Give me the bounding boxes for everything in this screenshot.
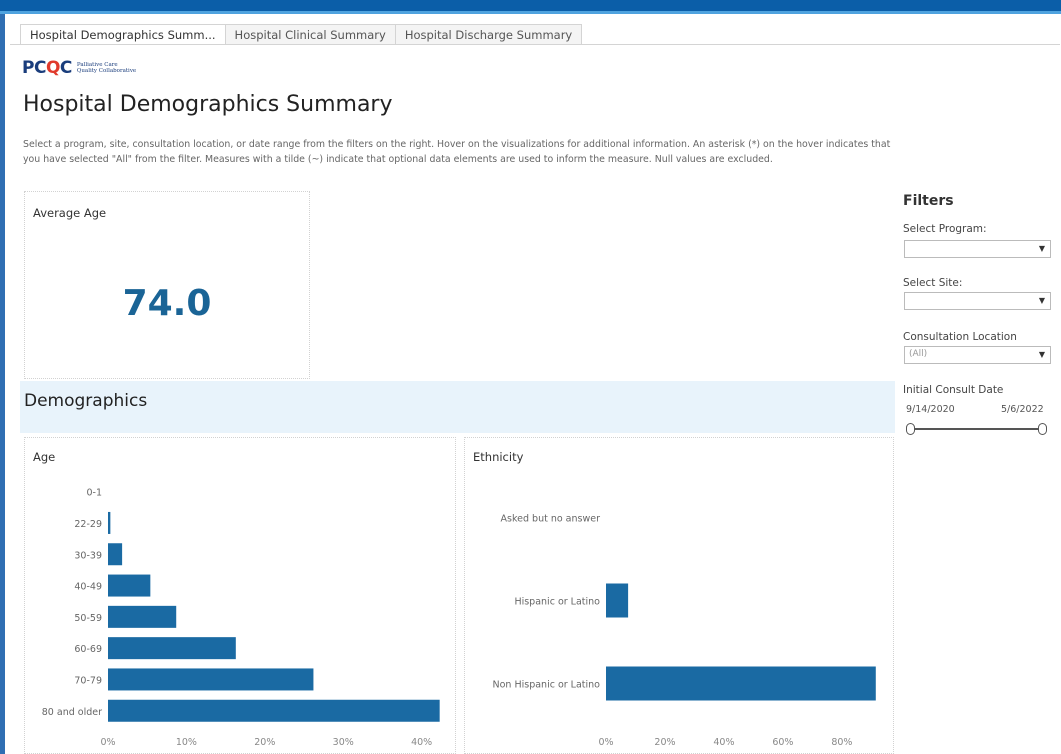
x-tick-label: 0% (598, 737, 613, 748)
category-label: 80 and older (42, 707, 102, 718)
pcqc-logo: PCQC Palliative Care Quality Collaborati… (22, 58, 136, 78)
category-label: 30-39 (74, 550, 102, 561)
bar[interactable] (606, 583, 629, 618)
bar[interactable] (108, 605, 177, 628)
average-age-value: 74.0 (122, 283, 212, 324)
program-filter-label: Select Program: (903, 223, 987, 235)
category-label: 22-29 (74, 519, 102, 530)
category-label: 60-69 (74, 644, 102, 655)
dashboard-tabs: Hospital Demographics Summ... Hospital C… (20, 24, 583, 44)
intro-text: Select a program, site, consultation loc… (23, 139, 891, 165)
program-select[interactable]: ▼ (904, 240, 1051, 258)
average-age-label: Average Age (33, 206, 107, 220)
logo-text: Palliative Care Quality Collaborative (76, 62, 137, 74)
page-title: Hospital Demographics Summary (23, 92, 393, 117)
category-label: 50-59 (74, 613, 102, 624)
chevron-down-icon: ▼ (1038, 350, 1045, 359)
slider-end-handle[interactable] (1038, 423, 1047, 435)
window-left-edge (0, 14, 5, 754)
bar[interactable] (606, 666, 876, 701)
bar[interactable] (108, 511, 111, 534)
location-select[interactable]: (All) ▼ (904, 346, 1051, 364)
demographics-section-header: Demographics (20, 381, 895, 433)
location-select-value: (All) (909, 349, 928, 359)
logo-mark: PCQC (22, 58, 72, 78)
category-label: 70-79 (74, 675, 102, 686)
average-age-card: Average Age 74.0 (24, 191, 310, 379)
ethnicity-chart-card: Ethnicity Asked but no answer Hispanic or… (464, 437, 894, 754)
ethnicity-bar-chart: Asked but no answer Hispanic or Latino Non… (493, 514, 876, 748)
filters-title: Filters (903, 193, 954, 209)
section-title: Demographics (24, 391, 148, 411)
chevron-down-icon: ▼ (1038, 296, 1045, 305)
date-range-slider[interactable] (910, 428, 1046, 430)
x-tick-label: 20% (654, 737, 675, 748)
x-tick-label: 20% (254, 737, 275, 748)
site-select[interactable]: ▼ (904, 292, 1051, 310)
bar[interactable] (108, 668, 314, 691)
x-tick-label: 60% (772, 737, 793, 748)
age-bar-chart: 0-1 22-29 30-39 40-49 50-59 60-69 70-79 80 and … (42, 488, 440, 748)
category-label: 40-49 (74, 582, 102, 593)
location-filter-label: Consultation Location (903, 331, 1017, 343)
tab-hospital-clinical[interactable]: Hospital Clinical Summary (224, 24, 396, 44)
site-filter-label: Select Site: (903, 277, 963, 289)
x-tick-label: 30% (333, 737, 354, 748)
date-start-text: 9/14/2020 (906, 404, 955, 415)
category-label: Hispanic or Latino (514, 597, 600, 608)
chevron-down-icon: ▼ (1038, 244, 1045, 253)
date-filter-label: Initial Consult Date (903, 384, 1004, 396)
category-label: 0-1 (86, 488, 102, 499)
x-tick-label: 40% (713, 737, 734, 748)
bar[interactable] (108, 637, 236, 660)
bar[interactable] (108, 574, 151, 597)
date-end-text: 5/6/2022 (1001, 404, 1044, 415)
tab-underline (10, 44, 1060, 45)
x-tick-label: 40% (411, 737, 432, 748)
age-chart-card: Age 0-1 22-29 30-39 40-49 50-59 60-69 70-79 80 … (24, 437, 456, 754)
x-tick-label: 80% (831, 737, 852, 748)
bar[interactable] (108, 543, 123, 566)
tab-hospital-discharge[interactable]: Hospital Discharge Summary (394, 24, 583, 44)
category-label: Non Hispanic or Latino (493, 680, 601, 691)
bar[interactable] (108, 699, 440, 722)
x-tick-label: 10% (176, 737, 197, 748)
slider-start-handle[interactable] (906, 423, 915, 435)
category-label: Asked but no answer (501, 514, 601, 525)
x-tick-label: 0% (100, 737, 115, 748)
browser-top-bar (0, 0, 1061, 14)
tab-hospital-demographics[interactable]: Hospital Demographics Summ... (20, 24, 226, 44)
